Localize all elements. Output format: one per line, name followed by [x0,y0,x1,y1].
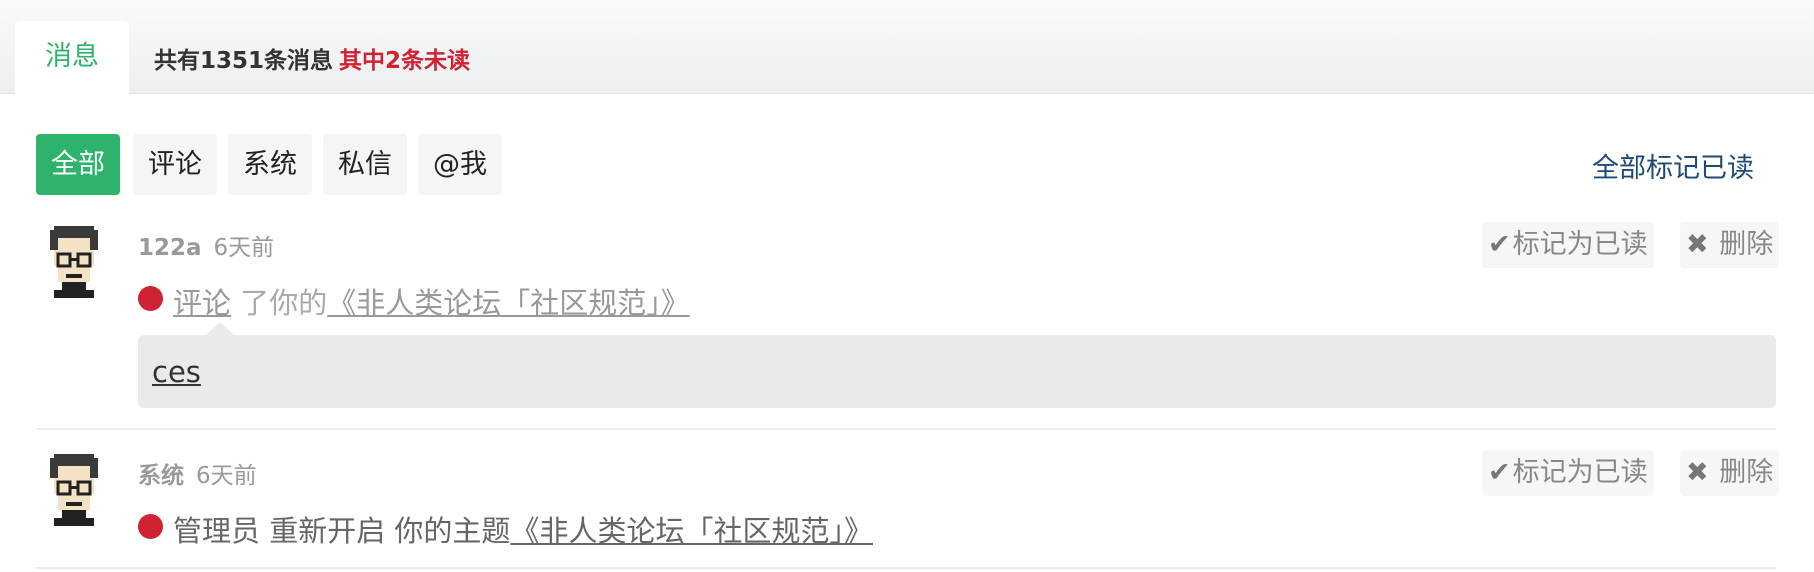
delete-button[interactable]: ✖ 删除 [1680,450,1780,496]
message-body: 管理员 重新开启 你的主题《非人类论坛「社区规范」》 [173,508,873,550]
check-icon: ✔ [1488,457,1511,488]
check-icon: ✔ [1488,229,1511,260]
mark-read-button[interactable]: ✔标记为已读 [1482,222,1654,268]
message-summary: 共有1351条消息 其中2条未读 [154,41,470,75]
mark-all-read-link[interactable]: 全部标记已读 [1592,146,1754,185]
message-header: 消息 共有1351条消息 其中2条未读 [0,0,1814,95]
unread-dot [138,286,163,311]
message-text: 管理员 重新开启 你的主题 [173,514,511,548]
mark-read-label: 标记为已读 [1512,457,1648,488]
comment-quote: ces [138,322,1776,408]
message-user[interactable]: 系统 [138,463,184,489]
divider [36,428,1776,430]
tab-messages[interactable]: 消息 [15,21,129,95]
close-x-icon: ✖ [1686,457,1709,488]
message-body: 评论 了你的《非人类论坛「社区规范」》 [173,280,690,322]
mark-read-label: 标记为已读 [1512,229,1648,260]
pixel-avatar-icon[interactable] [46,454,102,526]
close-x-icon: ✖ [1686,229,1709,260]
message-meta: 122a 6天前 [138,228,274,262]
mark-read-button[interactable]: ✔标记为已读 [1482,450,1654,496]
filter-system[interactable]: 系统 [228,134,312,195]
divider [36,567,1776,569]
summary-unread: 其中2条未读 [339,48,471,74]
filter-all[interactable]: 全部 [36,134,120,195]
delete-button[interactable]: ✖ 删除 [1680,222,1780,268]
summary-total: 共有1351条消息 [154,48,334,74]
comment-content-link[interactable]: ces [152,355,201,389]
message-time: 6天前 [196,463,257,489]
filter-private[interactable]: 私信 [323,134,407,195]
comment-link[interactable]: 评论 [173,286,231,320]
message-time: 6天前 [213,235,275,261]
filter-mentions[interactable]: @我 [418,134,502,195]
delete-label: 删除 [1719,457,1774,488]
message-user[interactable]: 122a [138,235,202,261]
unread-dot [138,514,163,539]
delete-label: 删除 [1719,229,1774,260]
topic-link[interactable]: 《非人类论坛「社区规范」》 [510,514,873,548]
topic-link[interactable]: 《非人类论坛「社区规范」》 [327,286,690,320]
pixel-avatar-icon[interactable] [46,226,102,298]
message-meta: 系统 6天前 [138,456,257,490]
filter-comments[interactable]: 评论 [133,134,217,195]
message-text: 了你的 [231,286,328,320]
